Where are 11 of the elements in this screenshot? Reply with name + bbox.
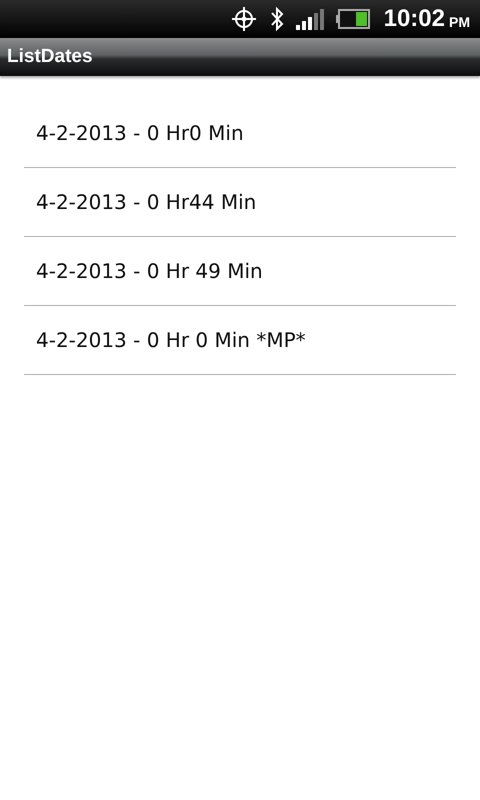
list-item[interactable]: 4-2-2013 - 0 Hr 49 Min (24, 237, 456, 306)
bluetooth-icon (270, 6, 284, 32)
list-item[interactable]: 4-2-2013 - 0 Hr44 Min (24, 168, 456, 237)
clock-time: 10:02 (384, 5, 445, 33)
clock-meridiem: PM (449, 14, 470, 30)
window-title: ListDates (7, 46, 93, 68)
battery-icon (336, 9, 370, 29)
gps-icon (230, 5, 258, 33)
list-item[interactable]: 4-2-2013 - 0 Hr 0 Min *MP* (24, 306, 456, 375)
list-item[interactable]: 4-2-2013 - 0 Hr0 Min (24, 99, 456, 168)
signal-icon (296, 8, 324, 30)
